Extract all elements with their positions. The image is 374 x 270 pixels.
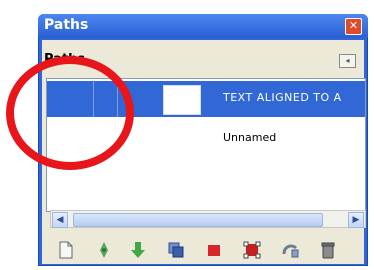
paths-panel: Paths ◂ TEXT ALIGNED TO A Unnamed ◀ ▶ [42,40,366,264]
scroll-thumb[interactable] [73,213,323,227]
paths-toolbar [46,238,364,262]
visibility-toggle[interactable] [47,119,93,155]
fill-path-icon[interactable] [204,240,224,260]
visibility-toggle[interactable] [47,81,94,117]
path-row[interactable]: Unnamed [47,119,365,155]
chain-toggle[interactable] [93,81,118,117]
scroll-left-button[interactable]: ◀ [52,212,68,228]
duplicate-path-icon[interactable] [94,240,114,260]
path-thumbnail [163,85,201,115]
scroll-right-button[interactable]: ▶ [348,212,364,228]
window-title: Paths [44,17,89,33]
path-row-selected[interactable]: TEXT ALIGNED TO A [47,81,365,117]
new-path-icon[interactable] [56,240,76,260]
path-label[interactable]: TEXT ALIGNED TO A [223,91,342,104]
close-button[interactable]: ✕ [345,18,362,35]
selection-to-path-icon[interactable] [166,240,186,260]
chain-toggle[interactable] [93,119,117,155]
path-to-selection-icon[interactable] [280,240,300,260]
stroke-path-icon[interactable] [242,240,262,260]
move-down-icon[interactable] [128,240,148,260]
horizontal-scrollbar[interactable]: ◀ ▶ [50,210,366,228]
panel-label: Paths [44,52,86,67]
delete-path-icon[interactable] [318,240,338,260]
paths-list: TEXT ALIGNED TO A Unnamed [46,78,366,212]
panel-menu-button[interactable]: ◂ [339,54,356,68]
title-bar[interactable]: Paths ✕ [38,14,368,38]
paths-window: Paths ✕ Paths ◂ TEXT ALIGNED TO A Unname… [38,14,368,266]
path-label[interactable]: Unnamed [223,131,276,144]
